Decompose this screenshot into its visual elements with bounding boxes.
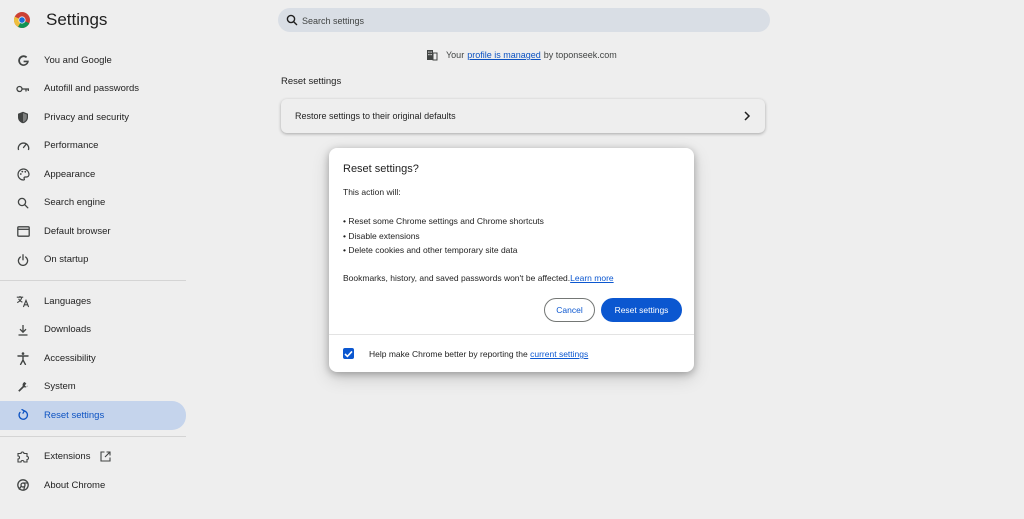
- list-item: • Delete cookies and other temporary sit…: [343, 245, 518, 255]
- report-settings-checkbox[interactable]: [343, 348, 354, 359]
- checkmark-icon: [344, 350, 353, 358]
- list-item: • Reset some Chrome settings and Chrome …: [343, 216, 544, 226]
- settings-page: Settings You and Google Autofill and pas…: [0, 0, 1024, 519]
- list-item: • Disable extensions: [343, 230, 420, 241]
- report-settings-label: Help make Chrome better by reporting the…: [369, 349, 588, 359]
- current-settings-link[interactable]: current settings: [530, 349, 588, 359]
- report-settings-text: Help make Chrome better by reporting the: [369, 349, 528, 359]
- reset-settings-dialog: Reset settings? This action will: • Rese…: [329, 148, 694, 372]
- dialog-action-list: • Reset some Chrome settings and Chrome …: [343, 214, 544, 258]
- dialog-footer: Help make Chrome better by reporting the…: [329, 334, 694, 372]
- learn-more-link[interactable]: Learn more: [570, 273, 613, 283]
- dialog-note-text: Bookmarks, history, and saved passwords …: [343, 273, 571, 283]
- dialog-title: Reset settings?: [343, 163, 419, 175]
- dialog-intro: This action will:: [343, 187, 401, 197]
- reset-settings-button[interactable]: Reset settings: [601, 298, 682, 322]
- dialog-note: Bookmarks, history, and saved passwords …: [343, 273, 614, 283]
- cancel-button[interactable]: Cancel: [544, 298, 595, 322]
